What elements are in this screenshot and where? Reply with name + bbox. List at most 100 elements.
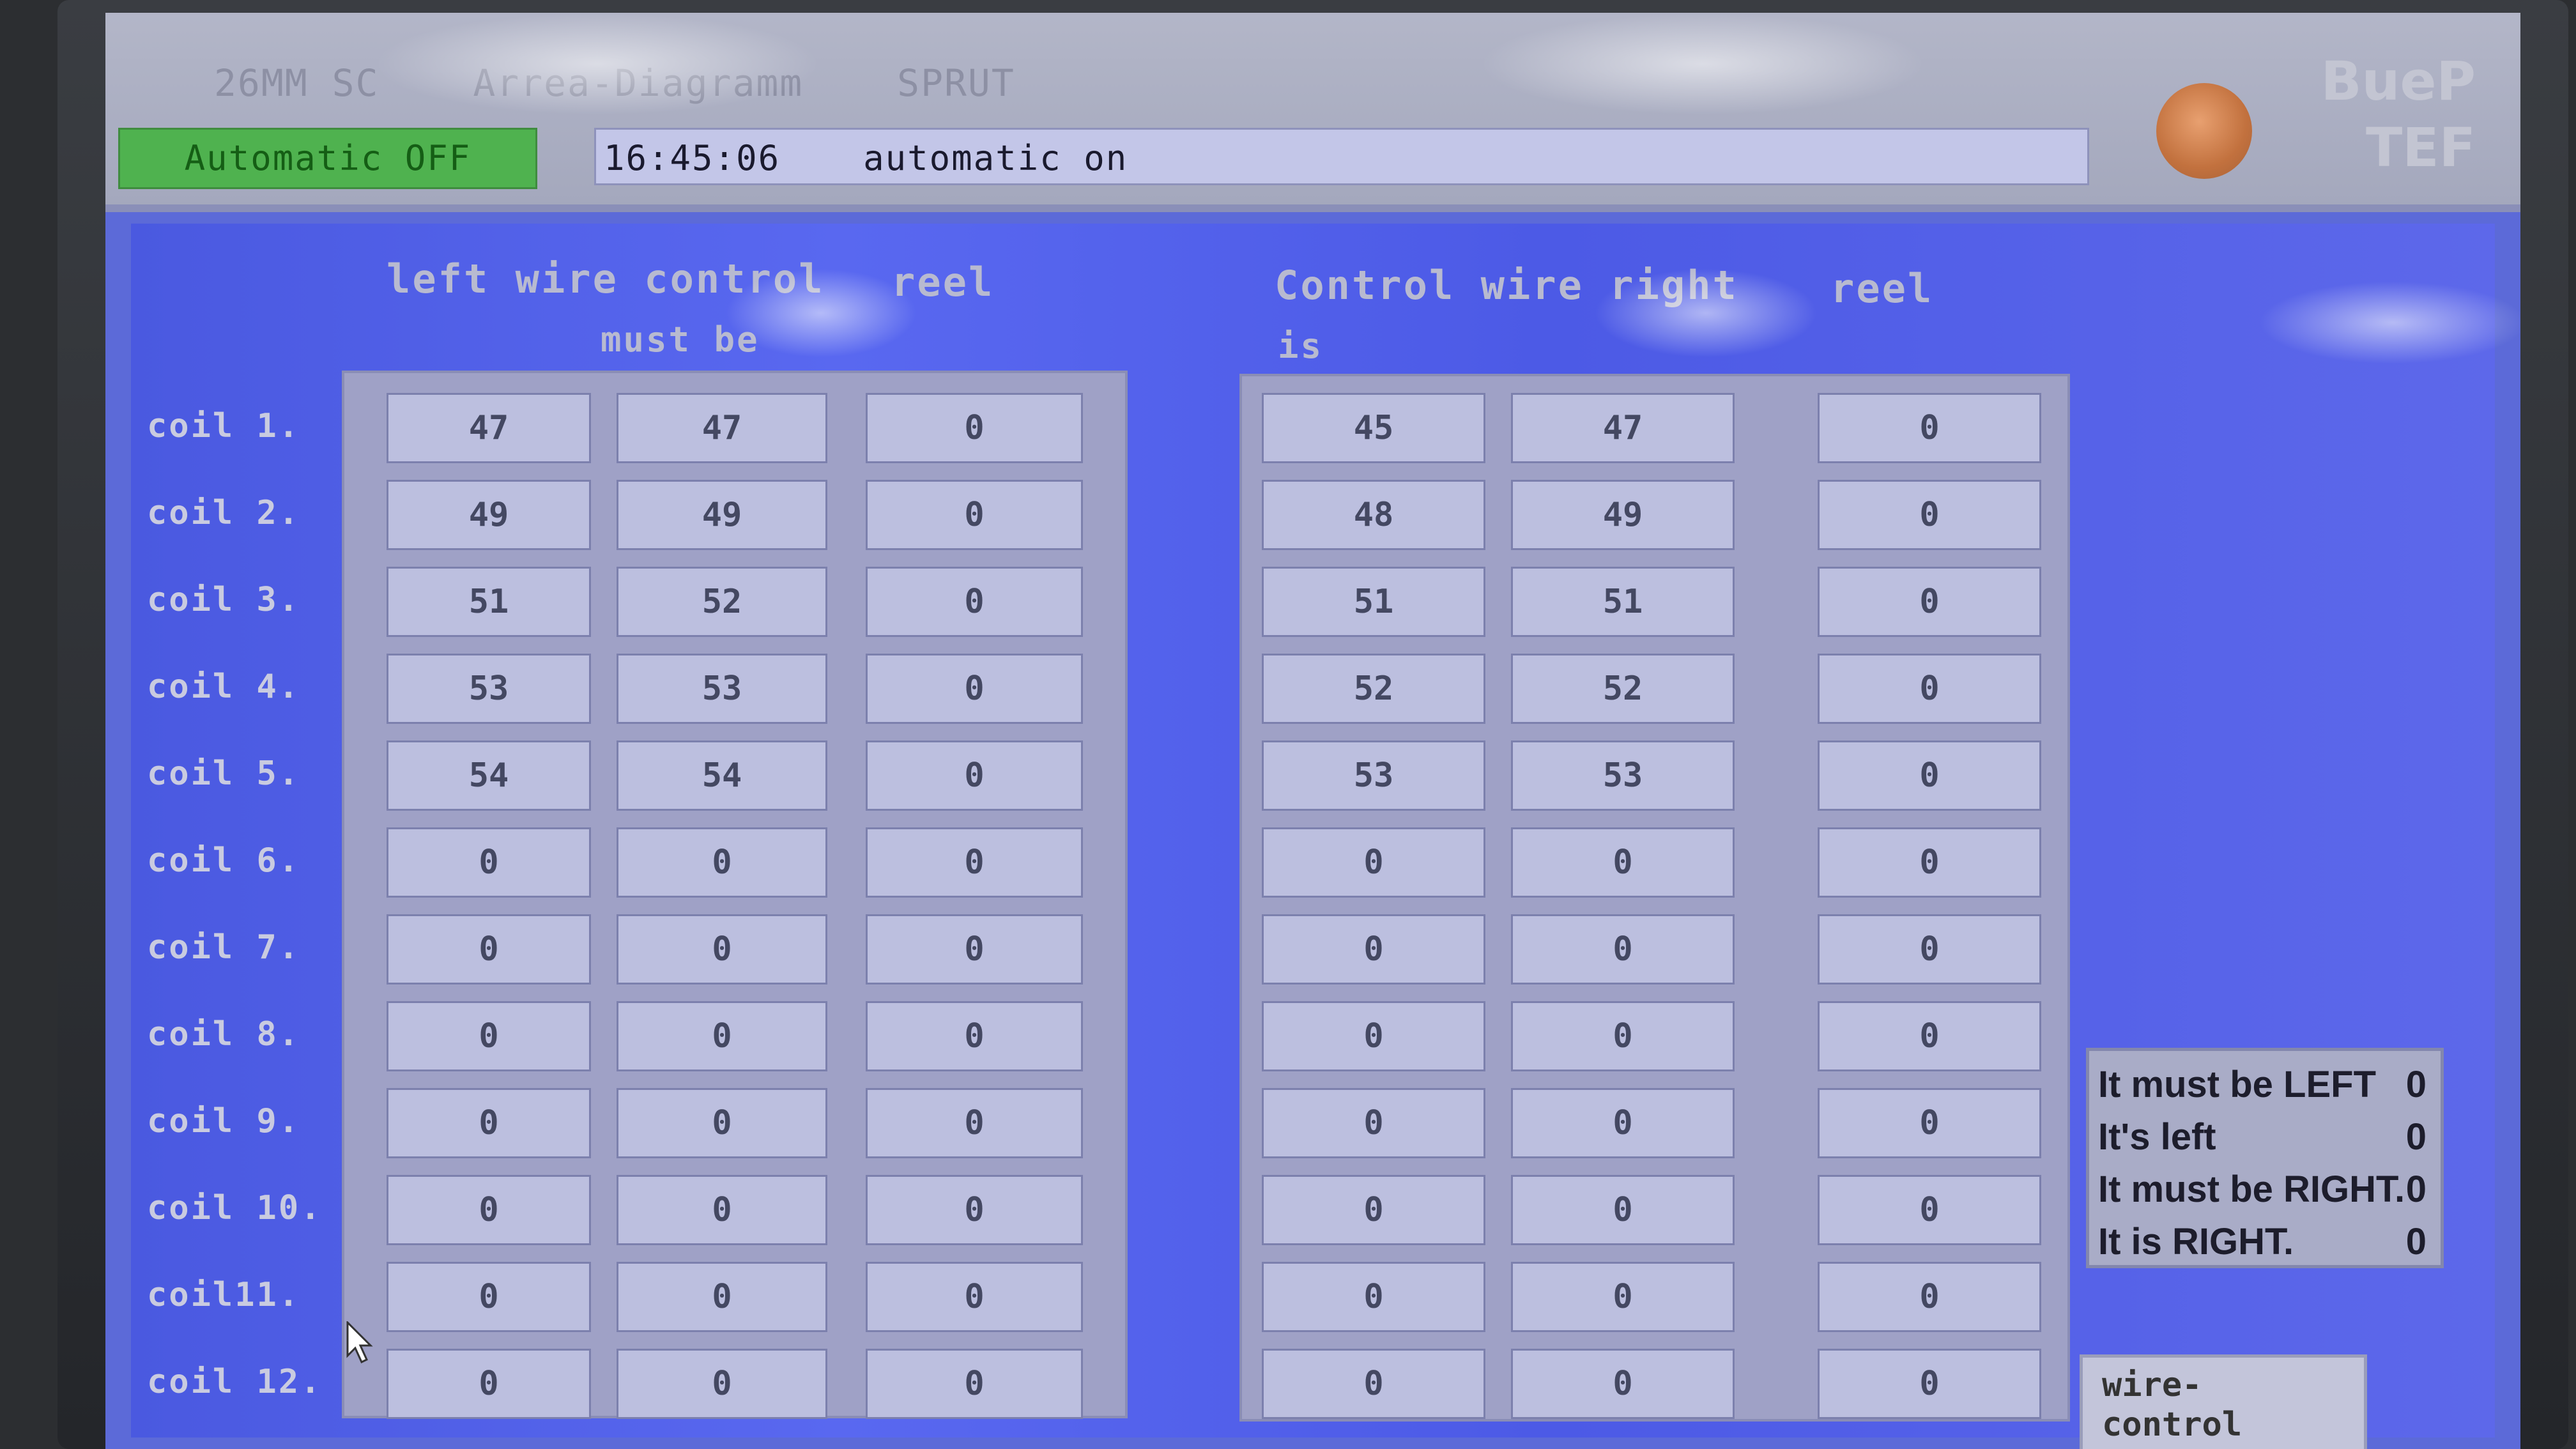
right-must-be-cell[interactable]: 51 <box>1511 567 1735 637</box>
must-be-left-label: It must be LEFT <box>2098 1064 2376 1105</box>
header-divider <box>105 204 2520 212</box>
left-reel-cell[interactable]: 0 <box>866 480 1083 550</box>
left-must-be-cell[interactable]: 0 <box>617 1262 827 1332</box>
right-is-cell[interactable]: 0 <box>1262 914 1485 985</box>
right-is-cell[interactable]: 45 <box>1262 393 1485 463</box>
left-reel-cell[interactable]: 0 <box>866 914 1083 985</box>
right-is-cell[interactable]: 0 <box>1262 1001 1485 1071</box>
left-must-be-cell[interactable]: 0 <box>617 1001 827 1071</box>
left-reel-cell[interactable]: 0 <box>866 654 1083 724</box>
left-reel-cell[interactable]: 0 <box>866 393 1083 463</box>
is-left-label: It's left <box>2098 1116 2216 1158</box>
must-be-right-row: It must be RIGHT. 0 <box>2098 1163 2432 1216</box>
left-reel-cell[interactable]: 0 <box>866 827 1083 898</box>
left-must-be-cell[interactable]: 0 <box>617 914 827 985</box>
left-is-cell[interactable]: 0 <box>387 1262 591 1332</box>
automatic-off-button[interactable]: Automatic OFF <box>118 128 537 189</box>
right-is-cell[interactable]: 0 <box>1262 827 1485 898</box>
coil-row-label: coil 6. <box>147 841 301 880</box>
right-must-be-cell[interactable]: 47 <box>1511 393 1735 463</box>
left-is-cell[interactable]: 0 <box>387 1001 591 1071</box>
right-reel-cell[interactable]: 0 <box>1818 393 2041 463</box>
left-is-cell[interactable]: 51 <box>387 567 591 637</box>
brand-line-1: BueP <box>2320 50 2476 112</box>
right-must-be-cell[interactable]: 53 <box>1511 740 1735 811</box>
right-is-cell[interactable]: 0 <box>1262 1175 1485 1245</box>
left-must-be-subhead: must be <box>601 319 760 360</box>
left-is-cell[interactable]: 47 <box>387 393 591 463</box>
right-reel-cell[interactable]: 0 <box>1818 1001 2041 1071</box>
right-reel-cell[interactable]: 0 <box>1818 654 2041 724</box>
right-is-cell[interactable]: 51 <box>1262 567 1485 637</box>
is-right-value: 0 <box>2405 1221 2426 1262</box>
right-must-be-cell[interactable]: 0 <box>1511 1001 1735 1071</box>
is-left-value: 0 <box>2405 1116 2426 1158</box>
right-is-cell[interactable]: 53 <box>1262 740 1485 811</box>
is-right-row: It is RIGHT. 0 <box>2098 1216 2432 1268</box>
coil-row-label: coil 7. <box>147 928 301 967</box>
left-must-be-cell[interactable]: 52 <box>617 567 827 637</box>
left-is-cell[interactable]: 0 <box>387 1175 591 1245</box>
brand-logo-icon <box>2156 83 2252 179</box>
right-reel-cell[interactable]: 0 <box>1818 1088 2041 1158</box>
right-is-cell[interactable]: 0 <box>1262 1088 1485 1158</box>
left-reel-cell[interactable]: 0 <box>866 1001 1083 1071</box>
left-reel-cell[interactable]: 0 <box>866 1175 1083 1245</box>
right-is-cell[interactable]: 48 <box>1262 480 1485 550</box>
left-reel-cell[interactable]: 0 <box>866 1262 1083 1332</box>
left-must-be-cell[interactable]: 0 <box>617 827 827 898</box>
right-reel-cell[interactable]: 0 <box>1818 1175 2041 1245</box>
right-reel-cell[interactable]: 0 <box>1818 1349 2041 1419</box>
left-reel-cell[interactable]: 0 <box>866 740 1083 811</box>
right-must-be-cell[interactable]: 0 <box>1511 1088 1735 1158</box>
must-be-right-value: 0 <box>2405 1169 2426 1210</box>
right-is-cell[interactable]: 0 <box>1262 1262 1485 1332</box>
coil-row-label: coil 2. <box>147 494 301 532</box>
title-left: 26MM SC <box>214 61 379 105</box>
right-is-subhead: is <box>1278 326 1324 366</box>
coil-row-label: coil 3. <box>147 581 301 619</box>
coil-row-label: coil 5. <box>147 755 301 793</box>
left-must-be-cell[interactable]: 53 <box>617 654 827 724</box>
accept-line-2: control <box>2102 1406 2242 1444</box>
wire-control-accept-button[interactable]: wire- control accept <box>2080 1354 2367 1449</box>
right-must-be-cell[interactable]: 52 <box>1511 654 1735 724</box>
right-is-cell[interactable]: 52 <box>1262 654 1485 724</box>
left-is-cell[interactable]: 49 <box>387 480 591 550</box>
left-must-be-cell[interactable]: 0 <box>617 1175 827 1245</box>
right-must-be-cell[interactable]: 0 <box>1511 1262 1735 1332</box>
right-must-be-cell[interactable]: 0 <box>1511 827 1735 898</box>
left-must-be-cell[interactable]: 47 <box>617 393 827 463</box>
left-must-be-cell[interactable]: 54 <box>617 740 827 811</box>
right-must-be-cell[interactable]: 49 <box>1511 480 1735 550</box>
status-message: automatic on <box>863 138 1128 178</box>
coil-row-label: coil 10. <box>147 1189 323 1227</box>
left-is-cell[interactable]: 53 <box>387 654 591 724</box>
left-is-cell[interactable]: 0 <box>387 1088 591 1158</box>
right-reel-cell[interactable]: 0 <box>1818 827 2041 898</box>
right-must-be-cell[interactable]: 0 <box>1511 914 1735 985</box>
accept-line-3: accept <box>2102 1445 2345 1449</box>
left-reel-cell[interactable]: 0 <box>866 1088 1083 1158</box>
right-reel-cell[interactable]: 0 <box>1818 914 2041 985</box>
right-must-be-cell[interactable]: 0 <box>1511 1175 1735 1245</box>
left-must-be-cell[interactable]: 0 <box>617 1088 827 1158</box>
must-be-right-label: It must be RIGHT. <box>2098 1169 2405 1210</box>
right-reel-cell[interactable]: 0 <box>1818 567 2041 637</box>
right-reel-cell[interactable]: 0 <box>1818 480 2041 550</box>
left-must-be-cell[interactable]: 49 <box>617 480 827 550</box>
left-reel-cell[interactable]: 0 <box>866 1349 1083 1419</box>
right-reel-cell[interactable]: 0 <box>1818 1262 2041 1332</box>
left-is-cell[interactable]: 0 <box>387 1349 591 1419</box>
left-is-cell[interactable]: 0 <box>387 914 591 985</box>
right-reel-cell[interactable]: 0 <box>1818 740 2041 811</box>
screen-title: 26MM SC Arrea-Diagramm SPRUT <box>214 51 1085 115</box>
coil-row-label: coil 12. <box>147 1363 323 1401</box>
left-must-be-cell[interactable]: 0 <box>617 1349 827 1419</box>
coil-row-label: coil 1. <box>147 407 301 445</box>
left-is-cell[interactable]: 0 <box>387 827 591 898</box>
right-is-cell[interactable]: 0 <box>1262 1349 1485 1419</box>
left-is-cell[interactable]: 54 <box>387 740 591 811</box>
left-reel-cell[interactable]: 0 <box>866 567 1083 637</box>
right-must-be-cell[interactable]: 0 <box>1511 1349 1735 1419</box>
